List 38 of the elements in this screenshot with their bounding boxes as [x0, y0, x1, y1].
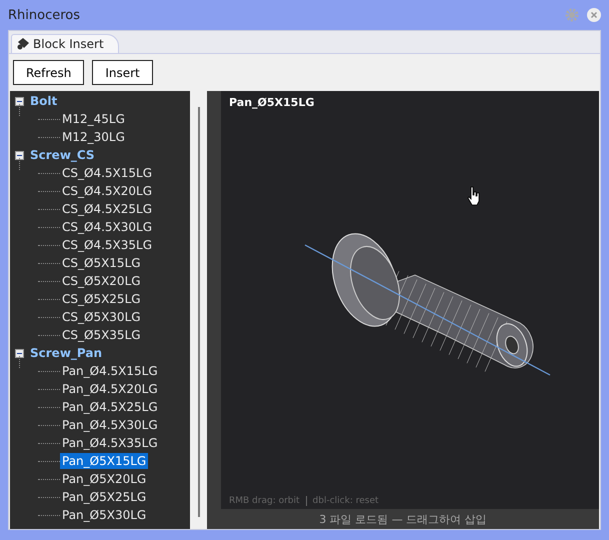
collapse-icon[interactable] [15, 96, 24, 106]
tree-item[interactable]: CS_Ø5X30LG [60, 309, 143, 325]
toolbar-button[interactable]: Refresh [13, 60, 84, 85]
scrollbar[interactable] [198, 107, 200, 517]
tree-item[interactable]: CS_Ø4.5X20LG [60, 183, 154, 199]
tree-item[interactable]: CS_Ø4.5X30LG [60, 219, 154, 235]
tree-item[interactable]: CS_Ø5X35LG [60, 327, 143, 343]
window-title: Rhinoceros [8, 8, 82, 22]
tree-item[interactable]: CS_Ø4.5X15LG [60, 165, 154, 181]
tree-item[interactable]: Pan_Ø5X25LG [60, 489, 148, 505]
tree-item[interactable]: Pan_Ø5X30LG [60, 507, 148, 523]
tree-group[interactable]: Screw_CS [29, 148, 96, 162]
tree-item[interactable]: CS_Ø5X20LG [60, 273, 143, 289]
tree-item[interactable]: CS_Ø4.5X25LG [60, 201, 154, 217]
viewport-title: Pan_Ø5X15LG [228, 95, 316, 111]
tree-item[interactable]: Pan_Ø4.5X30LG [60, 417, 160, 433]
tree-item[interactable]: M12_45LG [60, 111, 127, 127]
tree-item[interactable]: Pan_Ø4.5X15LG [60, 363, 160, 379]
tree-item[interactable]: CS_Ø5X15LG [60, 255, 143, 271]
tree-item[interactable]: M12_30LG [60, 129, 127, 145]
tree-item[interactable]: Pan_Ø5X20LG [60, 471, 148, 487]
tree-item[interactable]: CS_Ø5X25LG [60, 291, 143, 307]
tree-item[interactable]: Pan_Ø5X15LG [60, 453, 148, 469]
tree-item[interactable]: Pan_Ø4.5X20LG [60, 381, 160, 397]
toolbar-button[interactable]: Insert [92, 60, 153, 85]
hint-text: dbl-click: reset [312, 496, 379, 506]
hint-text: RMB drag: orbit [229, 496, 300, 506]
hand-cursor-icon [467, 186, 481, 206]
collapse-icon[interactable] [15, 150, 24, 160]
tree-group[interactable]: Bolt [29, 94, 58, 108]
tree-item[interactable]: Pan_Ø4.5X25LG [60, 399, 160, 415]
collapse-icon[interactable] [15, 348, 24, 358]
puzzle-icon [16, 37, 30, 51]
viewport[interactable]: Pan_Ø5X15LG RMB drag: orbit dbl-click: reset [221, 91, 599, 509]
tree-group[interactable]: Screw_Pan [29, 346, 104, 360]
tree-item[interactable]: Pan_Ø4.5X35LG [60, 435, 160, 451]
tree-item[interactable]: CS_Ø4.5X35LG [60, 237, 154, 253]
tab[interactable]: Block Insert [11, 34, 119, 53]
